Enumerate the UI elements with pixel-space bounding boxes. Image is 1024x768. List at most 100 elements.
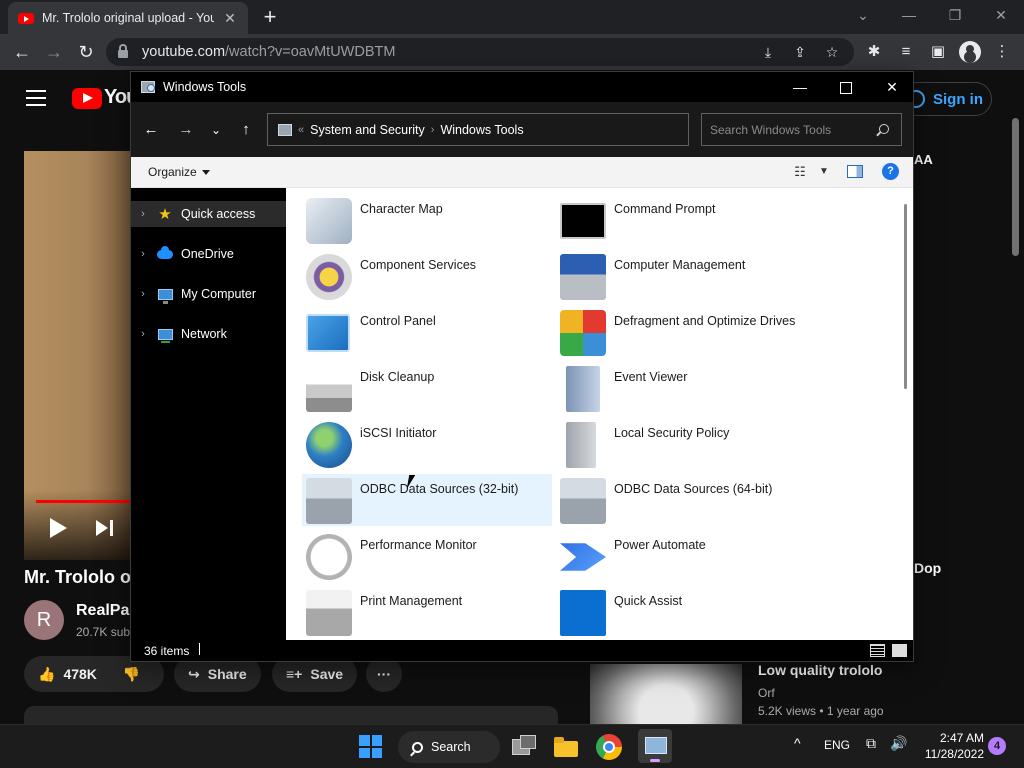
language-indicator[interactable]: ENG	[824, 738, 850, 752]
organize-button[interactable]: Organize	[148, 165, 210, 179]
recommended-meta: 5.2K views • 1 year ago	[758, 704, 884, 718]
explorer-back-icon[interactable]: ←	[140, 119, 162, 141]
list-item-event-viewer[interactable]: Event Viewer	[556, 362, 806, 414]
change-view-icon[interactable]: ☷	[791, 164, 809, 180]
chrome-menu-icon[interactable]: ⋮	[990, 40, 1014, 64]
thumbs-down-icon[interactable]: 👎	[123, 666, 140, 683]
status-bar: 36 items	[131, 640, 913, 661]
list-item-performance-monitor[interactable]: Performance Monitor	[302, 530, 552, 582]
recommended-thumbnail[interactable]	[590, 664, 742, 724]
browser-tab[interactable]: Mr. Trololo original upload - You ✕	[8, 2, 248, 34]
back-arrow-icon[interactable]: ←	[10, 40, 34, 64]
breadcrumb-separator[interactable]: ›	[431, 124, 435, 136]
expand-chevron-icon[interactable]: ›	[131, 288, 155, 300]
expand-chevron-icon[interactable]: ›	[131, 328, 155, 340]
expand-chevron-icon[interactable]: ›	[131, 248, 155, 260]
reload-icon[interactable]: ↻	[74, 40, 98, 64]
power-automate-icon	[560, 543, 606, 571]
new-tab-button[interactable]: +	[258, 4, 282, 30]
explorer-close-button[interactable]: ✕	[869, 72, 913, 102]
list-item-component-services[interactable]: Component Services	[302, 250, 552, 302]
nav-item-network[interactable]: › Network	[131, 321, 286, 347]
notification-badge[interactable]: 4	[988, 737, 1006, 755]
browser-close-button[interactable]: ✕	[986, 4, 1016, 26]
video-progress-bar[interactable]	[36, 500, 130, 503]
details-view-icon[interactable]	[870, 644, 885, 657]
channel-avatar[interactable]: R	[24, 600, 64, 640]
chrome-icon[interactable]	[596, 734, 622, 760]
explorer-address-bar[interactable]: « System and Security › Windows Tools ⌄ …	[267, 113, 811, 146]
google-lens-icon[interactable]	[726, 42, 746, 62]
volume-icon[interactable]: 🔊	[890, 735, 907, 752]
expand-chevron-icon[interactable]: ›	[131, 208, 155, 220]
large-icons-view-icon[interactable]	[892, 644, 907, 657]
tray-overflow-chevron-icon[interactable]: ^	[794, 735, 801, 751]
computer-management-icon	[560, 254, 606, 300]
list-item-odbc-64[interactable]: ODBC Data Sources (64-bit)	[556, 474, 806, 526]
list-item-odbc-32[interactable]: ODBC Data Sources (32-bit)	[302, 474, 552, 526]
bookmark-star-icon[interactable]: ☆	[822, 42, 842, 62]
next-video-icon[interactable]	[96, 520, 113, 536]
media-controls-icon[interactable]: ≡	[894, 40, 918, 64]
network-status-icon[interactable]: ⧉	[866, 735, 876, 752]
task-view-icon[interactable]	[510, 733, 538, 761]
recent-locations-icon[interactable]: ⌄	[205, 119, 227, 141]
file-explorer-icon[interactable]	[552, 733, 580, 761]
play-icon[interactable]	[50, 518, 67, 538]
list-item-computer-management[interactable]: Computer Management	[556, 250, 806, 302]
up-folder-icon[interactable]: ↑	[235, 119, 257, 141]
list-item-defragment[interactable]: Defragment and Optimize Drives	[556, 306, 806, 358]
windows-start-icon[interactable]	[359, 735, 382, 758]
recommended-title[interactable]: Low quality trololo	[758, 662, 882, 678]
extensions-puzzle-icon[interactable]: ✱	[862, 40, 886, 64]
install-app-icon[interactable]: ⤓	[758, 42, 778, 62]
tab-close-icon[interactable]: ✕	[222, 10, 238, 27]
explorer-minimize-button[interactable]: —	[777, 72, 823, 102]
clock-time: 2:47 AM	[939, 731, 984, 745]
explorer-maximize-button[interactable]	[823, 72, 869, 102]
list-item-control-panel[interactable]: Control Panel	[302, 306, 552, 358]
address-bar[interactable]: youtube.com/watch?v=oavMtUWDBTM ⤓ ⇪ ☆	[106, 38, 854, 66]
forward-arrow-icon[interactable]: →	[42, 40, 66, 64]
breadcrumb-overflow[interactable]: «	[298, 124, 304, 136]
nav-item-quick-access[interactable]: › ★ Quick access	[131, 201, 286, 227]
list-item-character-map[interactable]: Character Map	[302, 194, 552, 246]
profile-avatar-icon[interactable]	[959, 41, 981, 63]
tab-search-icon[interactable]: ⌄	[848, 4, 878, 26]
hamburger-menu-icon[interactable]	[26, 90, 46, 106]
item-label: Character Map	[360, 202, 443, 216]
performance-monitor-icon	[306, 534, 352, 580]
list-item-quick-assist[interactable]: Quick Assist	[556, 586, 806, 638]
clock[interactable]: 2:47 AM 11/28/2022	[920, 730, 984, 762]
nav-item-onedrive[interactable]: › OneDrive	[131, 241, 286, 267]
nav-item-my-computer[interactable]: › My Computer	[131, 281, 286, 307]
youtube-logo-icon[interactable]	[72, 88, 102, 109]
description-box[interactable]	[24, 706, 558, 724]
list-item-power-automate[interactable]: Power Automate	[556, 530, 806, 582]
lock-icon[interactable]	[118, 44, 128, 58]
list-item-iscsi-initiator[interactable]: iSCSI Initiator	[302, 418, 552, 470]
page-scrollbar[interactable]	[1012, 118, 1019, 256]
breadcrumb-windows-tools[interactable]: Windows Tools	[440, 123, 523, 137]
odbc-64-icon	[560, 478, 606, 524]
side-panel-icon[interactable]: ▣	[926, 40, 950, 64]
view-options-caret-icon[interactable]: ▼	[815, 164, 833, 180]
taskbar-search-button[interactable]: Search	[398, 731, 500, 763]
list-item-local-security-policy[interactable]: Local Security Policy	[556, 418, 806, 470]
browser-restore-button[interactable]: ❐	[940, 4, 970, 26]
share-icon[interactable]: ⇪	[790, 42, 810, 62]
file-list-scrollbar[interactable]	[904, 204, 907, 389]
browser-minimize-button[interactable]: —	[894, 4, 924, 26]
help-icon[interactable]: ?	[882, 163, 899, 180]
list-item-disk-cleanup[interactable]: Disk Cleanup	[302, 362, 552, 414]
breadcrumb-system-and-security[interactable]: System and Security	[310, 123, 425, 137]
list-item-print-management[interactable]: Print Management	[302, 586, 552, 638]
windows-tools-taskbar-icon[interactable]	[638, 729, 672, 763]
list-item-command-prompt[interactable]: Command Prompt	[556, 194, 806, 246]
preview-pane-icon[interactable]	[847, 165, 863, 178]
command-prompt-icon	[560, 203, 606, 239]
search-icon[interactable]	[879, 124, 889, 134]
share-label: Share	[207, 666, 247, 682]
explorer-forward-icon[interactable]: →	[175, 119, 197, 141]
explorer-search-input[interactable]: Search Windows Tools	[701, 113, 902, 146]
